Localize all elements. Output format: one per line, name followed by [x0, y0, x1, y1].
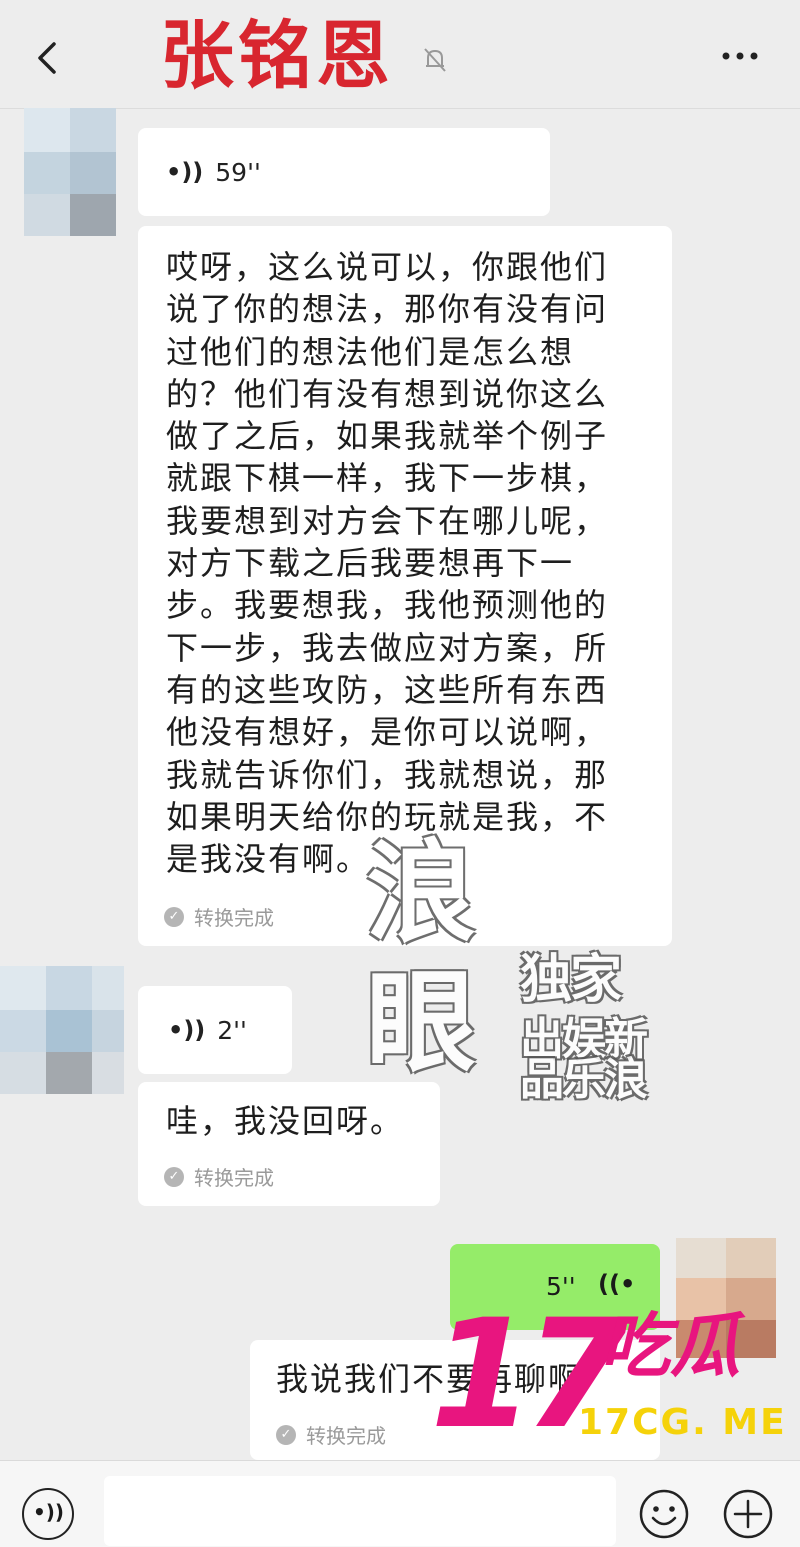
voice-duration: 2'' [217, 1015, 247, 1045]
more-options-icon[interactable] [716, 44, 764, 68]
voice-duration: 59'' [215, 157, 261, 187]
back-arrow-icon[interactable] [34, 38, 62, 78]
watermark-char: 浪 [366, 829, 476, 957]
watermark-char: 眼 [366, 959, 476, 1087]
contact-avatar[interactable] [0, 966, 124, 1094]
watermark-text: 独家 [520, 950, 622, 1010]
plus-icon[interactable] [722, 1488, 774, 1540]
voice-message[interactable]: •)) 2'' [138, 986, 292, 1074]
contact-avatar[interactable] [24, 108, 116, 236]
brand-logo-url: 17CG. ME [578, 1402, 787, 1443]
watermark-text: 品乐浪 [520, 1054, 648, 1105]
status-label: 转换完成 [194, 1166, 274, 1190]
conversion-status: ✓ 转换完成 [164, 1162, 274, 1191]
check-icon: ✓ [164, 1166, 184, 1187]
status-label: 转换完成 [306, 1424, 386, 1448]
chat-header: 张铭恩 [0, 0, 800, 109]
message-input[interactable] [104, 1476, 616, 1546]
message-text: 哇，我没回呀。 [166, 1102, 405, 1140]
text-message[interactable]: 哇，我没回呀。 ✓ 转换完成 [138, 1082, 440, 1206]
mute-bell-icon [424, 48, 446, 72]
emoji-icon[interactable] [638, 1488, 690, 1540]
message-text: 哎呀，这么说可以，你跟他们 说了你的想法，那你有没有问 过他们的想法他们是怎么想… [166, 248, 609, 879]
status-label: 转换完成 [194, 906, 274, 930]
check-icon: ✓ [164, 906, 184, 927]
voice-wave-icon: •)) [168, 1016, 206, 1044]
brand-logo-name: 吃瓜 [600, 1305, 740, 1387]
voice-input-icon[interactable]: •)) [22, 1488, 74, 1540]
check-icon: ✓ [276, 1424, 296, 1445]
conversion-status: ✓ 转换完成 [164, 902, 274, 931]
conversion-status: ✓ 转换完成 [276, 1420, 386, 1449]
voice-message[interactable]: •)) 59'' [138, 128, 550, 216]
voice-wave-icon: •)) [166, 158, 204, 186]
contact-name: 张铭恩 [160, 13, 394, 99]
